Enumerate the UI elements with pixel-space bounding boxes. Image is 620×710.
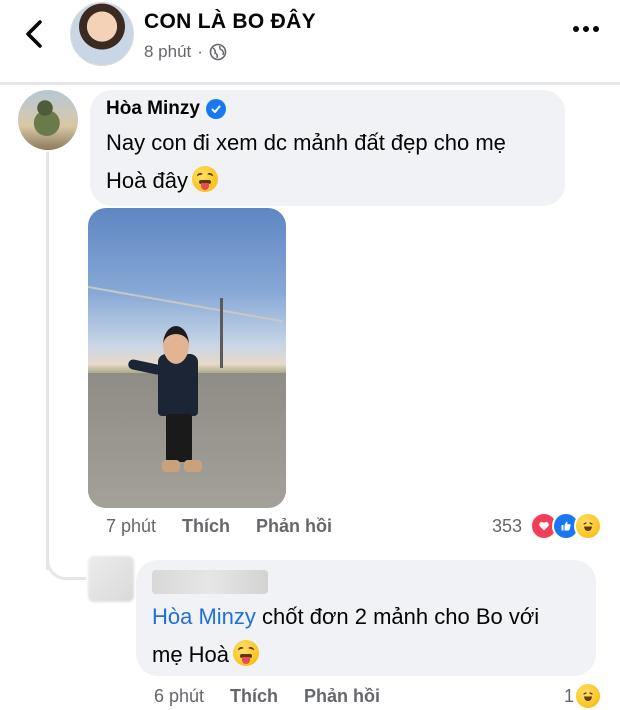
reaction-icons — [530, 512, 602, 540]
reply-time[interactable]: 6 phút — [154, 686, 204, 707]
globe-icon — [209, 43, 227, 61]
comment-photo[interactable] — [88, 208, 286, 508]
meta-separator: · — [197, 42, 203, 61]
reply-reaction-count: 1 — [563, 685, 574, 706]
thread-line — [46, 152, 49, 570]
reply-mention[interactable]: Hòa Minzy — [152, 604, 256, 629]
reply-author-blurred — [152, 570, 268, 594]
comment-bubble: Hòa Minzy Nay con đi xem dc mảnh đất đẹp… — [90, 90, 565, 206]
squinting-tongue-emoji-icon — [233, 640, 260, 666]
haha-icon — [574, 682, 602, 710]
thread-connector — [46, 540, 86, 580]
reply-button[interactable]: Phản hồi — [256, 516, 332, 537]
reply-actions: 6 phút Thích Phản hồi — [154, 686, 380, 707]
commenter-avatar[interactable] — [18, 90, 78, 150]
more-options-button[interactable] — [572, 22, 600, 34]
verified-badge-icon — [205, 99, 226, 119]
reply-text: Hòa Minzy chốt đơn 2 mảnh cho Bo với mẹ … — [152, 598, 580, 674]
page-avatar[interactable] — [70, 2, 134, 66]
header-divider — [0, 82, 620, 85]
back-button[interactable] — [18, 14, 52, 54]
comment-text-content: Nay con đi xem dc mảnh đất đẹp cho mẹ Ho… — [106, 130, 506, 193]
comment-actions: 7 phút Thích Phản hồi — [106, 516, 332, 537]
comment-author-row: Hòa Minzy — [106, 98, 549, 120]
post-meta: 8 phút · — [144, 42, 227, 62]
reply-reply-button[interactable]: Phản hồi — [304, 686, 380, 707]
comment-text: Nay con đi xem dc mảnh đất đẹp cho mẹ Ho… — [106, 124, 549, 200]
reaction-count: 353 — [491, 515, 522, 536]
comment-reactions[interactable]: 353 — [492, 512, 602, 540]
reply-bubble: Hòa Minzy chốt đơn 2 mảnh cho Bo với mẹ … — [136, 560, 596, 676]
like-button[interactable]: Thích — [182, 516, 230, 537]
reply-like-button[interactable]: Thích — [230, 686, 278, 707]
haha-icon — [574, 512, 602, 540]
chevron-left-icon — [26, 20, 42, 48]
squinting-tongue-emoji-icon — [191, 166, 218, 192]
page-title[interactable]: CON LÀ BO ĐÂY — [144, 10, 316, 34]
reply-reactions[interactable]: 1 — [564, 682, 602, 710]
comment-time[interactable]: 7 phút — [106, 516, 156, 537]
comment-author[interactable]: Hòa Minzy — [106, 98, 200, 120]
post-time[interactable]: 8 phút — [144, 42, 191, 62]
more-dots-icon — [573, 26, 599, 32]
reply-avatar[interactable] — [88, 556, 134, 602]
